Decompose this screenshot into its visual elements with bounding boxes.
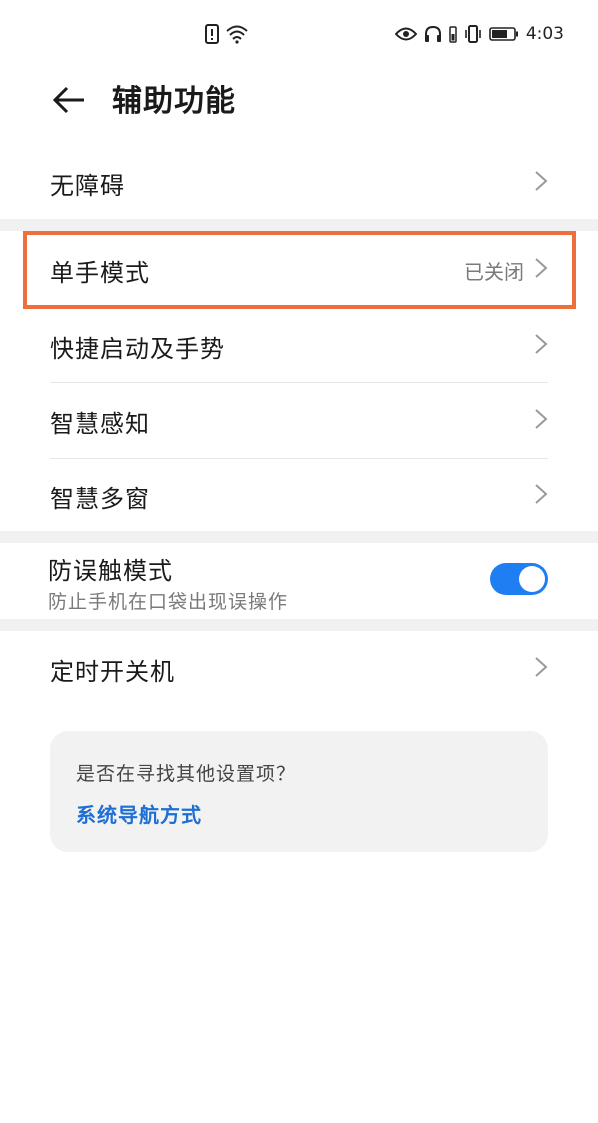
accessibility-label: 无障碍 bbox=[50, 171, 125, 200]
pocket-mode-label: 防误触模式 bbox=[48, 557, 173, 585]
page-header: 辅助功能 bbox=[0, 70, 598, 140]
suggestion-question: 是否在寻找其他设置项？ bbox=[76, 763, 297, 785]
status-bar: 4:03 bbox=[0, 0, 598, 70]
section-gap bbox=[0, 619, 598, 631]
battery-icon bbox=[489, 26, 519, 42]
chevron-right-icon bbox=[534, 408, 548, 434]
headphones-icon bbox=[424, 25, 442, 43]
back-arrow-icon bbox=[52, 85, 86, 119]
wifi-icon bbox=[225, 24, 249, 44]
eye-icon bbox=[394, 26, 417, 42]
divider bbox=[50, 382, 548, 383]
back-button[interactable] bbox=[44, 82, 94, 122]
section-gap bbox=[0, 219, 598, 231]
scheduled-power-item[interactable]: 定时开关机 bbox=[0, 632, 598, 706]
quick-launch-gestures-label: 快捷启动及手势 bbox=[50, 334, 225, 363]
chevron-right-icon bbox=[534, 483, 548, 509]
smart-multiwindow-label: 智慧多窗 bbox=[50, 484, 150, 513]
pocket-mode-toggle[interactable] bbox=[490, 563, 548, 595]
smart-sense-item[interactable]: 智慧感知 bbox=[0, 384, 598, 458]
status-time: 4:03 bbox=[525, 24, 564, 44]
scheduled-power-label: 定时开关机 bbox=[50, 657, 175, 686]
battery-small-icon bbox=[449, 25, 457, 43]
pocket-mode-item: 防误触模式 防止手机在口袋出现误操作 bbox=[0, 541, 598, 619]
smart-sense-label: 智慧感知 bbox=[50, 409, 150, 438]
highlight-box bbox=[23, 231, 576, 309]
chevron-right-icon bbox=[534, 656, 548, 682]
accessibility-item[interactable]: 无障碍 bbox=[0, 146, 598, 220]
vibrate-icon bbox=[464, 25, 482, 43]
system-navigation-link[interactable]: 系统导航方式 bbox=[76, 799, 202, 828]
sim-alert-icon bbox=[205, 24, 219, 44]
suggestion-card: 是否在寻找其他设置项？ 系统导航方式 bbox=[50, 731, 548, 852]
toggle-knob bbox=[519, 566, 545, 592]
page-title: 辅助功能 bbox=[112, 84, 236, 119]
chevron-right-icon bbox=[534, 333, 548, 359]
quick-launch-gestures-item[interactable]: 快捷启动及手势 bbox=[0, 309, 598, 383]
smart-multiwindow-item[interactable]: 智慧多窗 bbox=[0, 459, 598, 533]
pocket-mode-description: 防止手机在口袋出现误操作 bbox=[48, 591, 289, 613]
chevron-right-icon bbox=[534, 170, 548, 196]
